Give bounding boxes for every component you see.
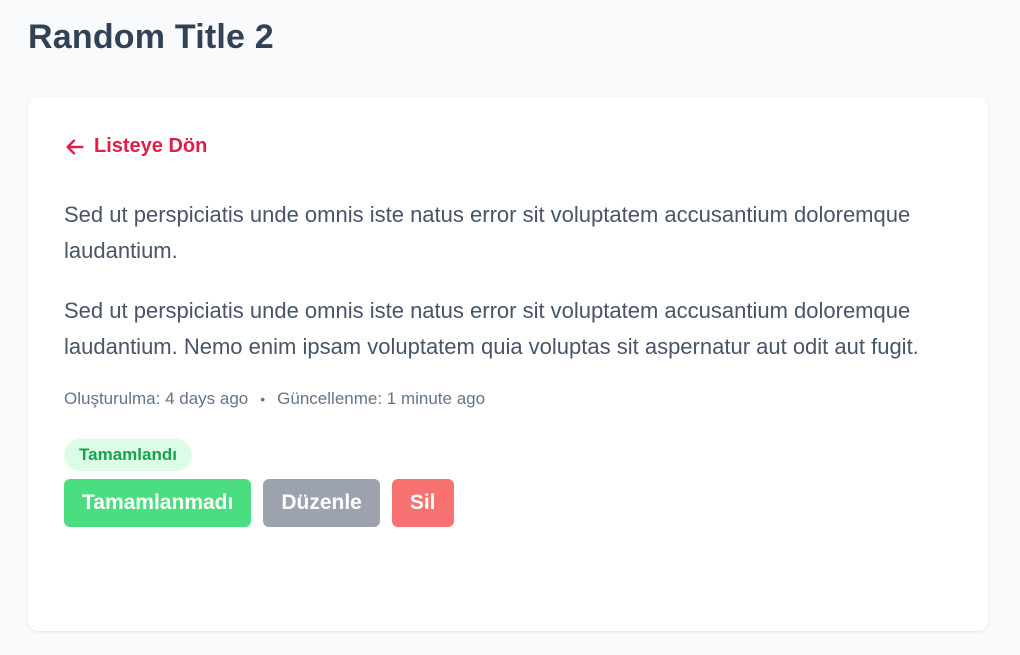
description-paragraph: Sed ut perspiciatis unde omnis iste natu…: [64, 297, 919, 359]
page-title: Random Title 2: [28, 18, 274, 56]
action-buttons: Tamamlanmadı Düzenle Sil: [64, 478, 952, 527]
created-timestamp: Oluşturulma: 4 days ago: [64, 388, 249, 408]
arrow-left-icon: [66, 138, 84, 155]
mark-incomplete-button[interactable]: Tamamlanmadı: [64, 478, 252, 527]
meta-separator: •: [260, 390, 266, 407]
description-paragraph: Sed ut perspiciatis unde omnis iste natu…: [64, 201, 911, 263]
detail-card: Listeye Dön Sed ut perspiciatis unde omn…: [28, 97, 988, 631]
back-to-list-link[interactable]: Listeye Dön: [64, 135, 207, 158]
delete-button[interactable]: Sil: [391, 478, 454, 527]
back-link-label: Listeye Dön: [94, 135, 208, 157]
status-badge: Tamamlandı: [64, 438, 192, 471]
description: Sed ut perspiciatis unde omnis iste natu…: [64, 197, 952, 365]
timestamps: Oluşturulma: 4 days ago • Güncellenme: 1…: [64, 389, 952, 409]
edit-button[interactable]: Düzenle: [263, 478, 380, 527]
updated-timestamp: Güncellenme: 1 minute ago: [277, 388, 486, 408]
